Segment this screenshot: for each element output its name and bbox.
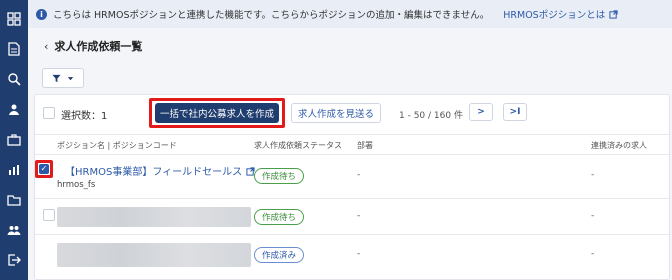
column-department: 部署 — [357, 141, 373, 150]
last-page-button[interactable]: >I — [503, 103, 527, 121]
check-icon: ✓ — [39, 164, 49, 174]
search-icon[interactable] — [6, 71, 22, 87]
row-checkbox-checked[interactable]: ✓ — [35, 160, 53, 178]
department-value: - — [357, 170, 361, 180]
chart-icon[interactable] — [6, 162, 22, 178]
briefcase-icon[interactable] — [6, 132, 22, 148]
column-linked-jobs: 連携済みの求人 — [591, 141, 647, 150]
page-header: ‹ 求人作成依頼一覧 — [28, 28, 672, 64]
linked-jobs-value: - — [591, 170, 595, 180]
column-status: 求人作成依頼ステータス — [254, 141, 342, 150]
filter-button[interactable] — [42, 68, 84, 88]
status-badge: 作成待ち — [254, 168, 305, 184]
main-area: i こちらは HRMOSポジションと連携した機能です。こちらからポジションの追加… — [28, 0, 672, 280]
table-row[interactable]: 作成待ち - - — [35, 199, 671, 235]
select-all-checkbox[interactable] — [43, 107, 55, 119]
position-table-card: 選択数：1 一括で社内公募求人を作成 求人作成を見送る 1 - 50 / 160… — [34, 94, 671, 280]
position-name[interactable]: 【HRMOS事業部】フィールドセールス — [65, 167, 242, 178]
folder-icon[interactable] — [6, 192, 22, 208]
pagination-range: 1 - 50 / 160 件 — [399, 111, 463, 121]
caret-down-icon — [67, 76, 73, 80]
info-text: こちらは HRMOSポジションと連携した機能です。こちらからポジションの追加・編… — [53, 10, 490, 21]
skip-creation-button[interactable]: 求人作成を見送る — [291, 103, 381, 123]
recruiter-icon[interactable] — [6, 102, 22, 118]
linked-jobs-value: - — [591, 211, 595, 221]
back-chevron-icon[interactable]: ‹ — [44, 40, 48, 53]
filter-icon — [51, 74, 61, 82]
linked-jobs-value: - — [591, 249, 595, 259]
info-icon: i — [36, 8, 47, 20]
bulk-create-button[interactable]: 一括で社内公募求人を作成 — [155, 103, 279, 123]
column-position: ポジション名 | ポジションコード — [57, 141, 177, 150]
document-icon[interactable] — [6, 41, 22, 57]
redacted-position — [57, 243, 251, 267]
info-banner: i こちらは HRMOSポジションと連携した機能です。こちらからポジションの追加… — [28, 0, 672, 28]
people-icon[interactable] — [6, 222, 22, 238]
table-row[interactable]: ✓ 【HRMOS事業部】フィールドセールス hrmos_fs 作成待ち - - — [35, 155, 671, 199]
sidebar — [0, 0, 28, 280]
table-row[interactable]: 作成済み - - — [35, 235, 671, 275]
position-code: hrmos_fs — [57, 180, 96, 190]
logout-icon[interactable] — [6, 252, 22, 268]
external-link-icon — [609, 10, 618, 19]
dashboard-icon[interactable] — [6, 11, 22, 27]
department-value: - — [357, 211, 361, 221]
hrmos-position-link[interactable]: HRMOSポジションとは — [503, 7, 618, 21]
hrmos-position-link-label[interactable]: HRMOSポジションとは — [503, 10, 605, 21]
row-checkbox[interactable] — [43, 209, 55, 221]
page-title: 求人作成依頼一覧 — [54, 40, 143, 53]
position-name-link[interactable]: 【HRMOS事業部】フィールドセールス — [65, 163, 255, 178]
status-badge: 作成済み — [254, 247, 305, 263]
bulk-action-bar: 選択数：1 一括で社内公募求人を作成 求人作成を見送る 1 - 50 / 160… — [35, 95, 671, 135]
redacted-position — [57, 207, 251, 227]
status-badge: 作成待ち — [254, 209, 305, 225]
selected-count: 選択数：1 — [61, 111, 108, 122]
table-header: ポジション名 | ポジションコード 求人作成依頼ステータス 部署 連携済みの求人 — [35, 135, 671, 155]
department-value: - — [357, 249, 361, 259]
next-page-button[interactable]: > — [469, 103, 493, 121]
